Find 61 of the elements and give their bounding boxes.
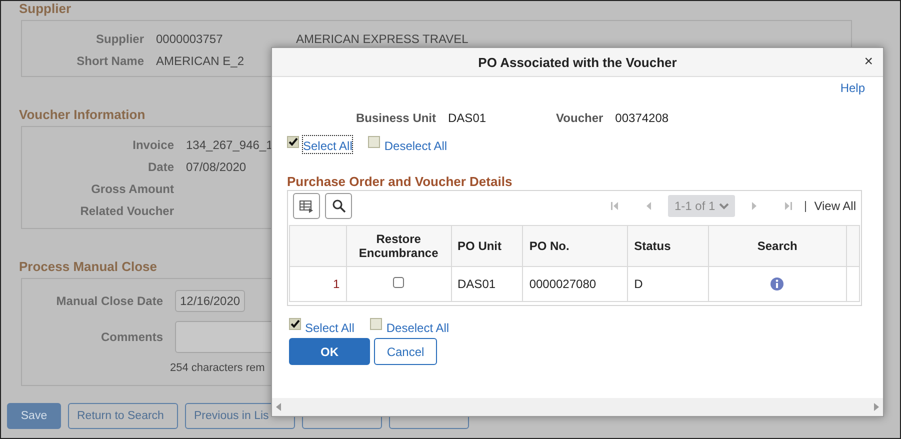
view-all-link[interactable]: View All (805, 200, 856, 212)
page-button[interactable]: Save (7, 403, 61, 429)
checkbox[interactable] (370, 318, 382, 330)
column-header: Search (708, 226, 846, 266)
table-cell: 0000027080 (522, 266, 628, 302)
row-number: 1 (290, 266, 346, 302)
field-label: Invoice (132, 138, 174, 152)
field-value: AMERICAN EXPRESS TRAVEL (296, 32, 468, 46)
table-header (290, 226, 346, 266)
column-header: PO No. (522, 226, 628, 266)
checkbox[interactable] (287, 136, 299, 148)
last-page-icon[interactable] (784, 201, 792, 211)
date-field[interactable]: 12/16/2020 (175, 290, 245, 312)
column-header: PO Unit (451, 226, 523, 266)
dialog-button[interactable]: Cancel (374, 338, 437, 365)
scroll-left-icon[interactable] (276, 403, 281, 411)
info-value: 00374208 (615, 111, 669, 125)
info-label: Business Unit (356, 111, 436, 125)
checkbox[interactable] (289, 318, 301, 330)
info-label: Voucher (556, 111, 604, 125)
field-value: 134_267_946_1 (186, 138, 273, 152)
select-link[interactable]: Deselect All (384, 136, 448, 153)
checkbox[interactable] (368, 136, 380, 148)
help-link[interactable]: Help (840, 81, 865, 95)
next-page-icon[interactable] (750, 201, 758, 211)
info-icon[interactable] (770, 277, 784, 292)
select-link[interactable]: Deselect All (386, 318, 450, 335)
chevron-down-icon (719, 202, 730, 210)
field-label: Supplier (94, 32, 144, 46)
section-heading: Process Manual Close (19, 259, 157, 274)
field-label: Gross Amount (90, 182, 174, 196)
dialog-button[interactable]: OK (289, 338, 370, 365)
dialog-title: PO Associated with the Voucher (478, 54, 677, 70)
field-label: Manual Close Date (55, 294, 163, 308)
column-header: Status (628, 226, 708, 266)
field-label: Date (146, 160, 174, 174)
select-link[interactable]: Select All (305, 318, 354, 335)
table-cell: D (628, 266, 708, 302)
field-value: 0000003757 (156, 32, 224, 46)
info-value: DAS01 (448, 111, 486, 125)
page-button[interactable]: Return to Search (68, 403, 178, 429)
select-link[interactable]: Select All (303, 136, 352, 153)
table-cell: DAS01 (451, 266, 523, 302)
scroll-right-icon[interactable] (874, 403, 879, 411)
restore-checkbox[interactable] (393, 277, 404, 288)
column-header: Restore Encumbrance (346, 226, 452, 266)
field-value: AMERICAN E_2 (156, 54, 244, 68)
first-page-icon[interactable] (611, 201, 620, 211)
section-heading: Supplier (19, 1, 72, 16)
characters-remaining-text: 254 characters rem (170, 362, 266, 374)
previous-page-icon[interactable] (645, 201, 654, 211)
field-label: Related Voucher (79, 204, 174, 218)
horizontal-scrollbar[interactable] (272, 398, 883, 416)
field-value: 07/08/2020 (186, 160, 248, 174)
field-label: Short Name (76, 54, 144, 68)
close-button[interactable]: × (864, 54, 873, 69)
grid-title: Purchase Order and Voucher Details (287, 174, 514, 189)
personalize-icon[interactable] (293, 193, 320, 219)
search-icon[interactable] (325, 193, 352, 219)
section-heading: Voucher Information (19, 107, 146, 122)
field-label: Comments (100, 330, 163, 344)
